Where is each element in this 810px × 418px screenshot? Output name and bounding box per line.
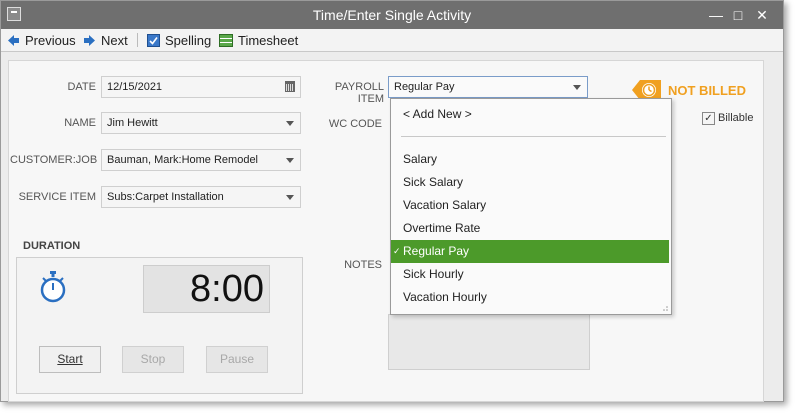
next-button[interactable]: Next xyxy=(83,32,128,48)
arrow-right-icon xyxy=(84,34,95,46)
checkmark-icon: ✓ xyxy=(393,246,401,256)
stopwatch-icon xyxy=(40,271,66,303)
list-item[interactable]: Sick Salary xyxy=(391,171,669,194)
chevron-down-icon[interactable] xyxy=(573,85,581,90)
customer-job-label: CUSTOMER:JOB xyxy=(10,154,98,166)
date-field[interactable]: 12/15/2021 xyxy=(101,76,301,98)
timesheet-icon xyxy=(219,33,233,47)
payroll-item-dropdown[interactable]: Regular Pay xyxy=(388,76,588,98)
not-billed-label: NOT BILLED xyxy=(668,82,746,98)
close-icon[interactable]: ✕ xyxy=(753,6,771,24)
window-title: Time/Enter Single Activity xyxy=(312,7,472,23)
notes-label: NOTES xyxy=(344,259,382,271)
arrow-left-icon xyxy=(8,34,19,46)
list-item[interactable]: Salary xyxy=(391,148,669,171)
service-item-label: SERVICE ITEM xyxy=(18,191,96,203)
name-label: NAME xyxy=(64,117,96,129)
pause-button[interactable]: Pause xyxy=(206,346,268,373)
chevron-down-icon[interactable] xyxy=(286,195,294,200)
toolbar: Previous Next Spelling Timesheet xyxy=(1,29,783,52)
spelling-check-icon xyxy=(147,33,160,47)
billable-checkbox[interactable]: ✓ xyxy=(702,112,715,125)
chevron-down-icon[interactable] xyxy=(286,121,294,126)
list-item[interactable]: Overtime Rate xyxy=(391,217,669,240)
date-label: DATE xyxy=(67,81,96,93)
duration-display[interactable]: 8:00 xyxy=(143,265,270,313)
wc-code-label: WC CODE xyxy=(328,118,382,130)
payroll-item-list[interactable]: < Add New > Salary Sick Salary Vacation … xyxy=(390,98,672,315)
payroll-item-label: PAYROLL ITEM xyxy=(334,81,384,105)
customer-job-dropdown[interactable]: Bauman, Mark:Home Remodel xyxy=(101,149,301,171)
toolbar-divider xyxy=(137,33,138,47)
add-new-option[interactable]: < Add New > xyxy=(391,103,669,126)
name-dropdown[interactable]: Jim Hewitt xyxy=(101,112,301,134)
dropdown-divider xyxy=(401,136,666,137)
list-item[interactable]: Sick Hourly xyxy=(391,263,669,286)
chevron-down-icon[interactable] xyxy=(286,158,294,163)
title-bar[interactable]: Time/Enter Single Activity — □ ✕ xyxy=(1,1,783,29)
start-button[interactable]: Start xyxy=(39,346,101,373)
notes-field[interactable] xyxy=(388,314,590,370)
calendar-icon[interactable] xyxy=(285,81,295,92)
minimize-icon[interactable]: — xyxy=(707,6,725,24)
service-item-dropdown[interactable]: Subs:Carpet Installation xyxy=(101,186,301,208)
resize-grip-icon[interactable] xyxy=(661,304,669,312)
billable-label: Billable xyxy=(718,112,754,124)
previous-button[interactable]: Previous xyxy=(7,32,76,48)
timesheet-button[interactable]: Timesheet xyxy=(219,32,298,48)
list-item[interactable]: Vacation Salary xyxy=(391,194,669,217)
maximize-icon[interactable]: □ xyxy=(729,6,747,24)
list-item[interactable]: Vacation Hourly xyxy=(391,286,669,309)
duration-label: DURATION xyxy=(23,240,81,252)
spelling-button[interactable]: Spelling xyxy=(147,32,211,48)
stop-button[interactable]: Stop xyxy=(122,346,184,373)
list-item-selected[interactable]: ✓ Regular Pay xyxy=(391,240,669,263)
